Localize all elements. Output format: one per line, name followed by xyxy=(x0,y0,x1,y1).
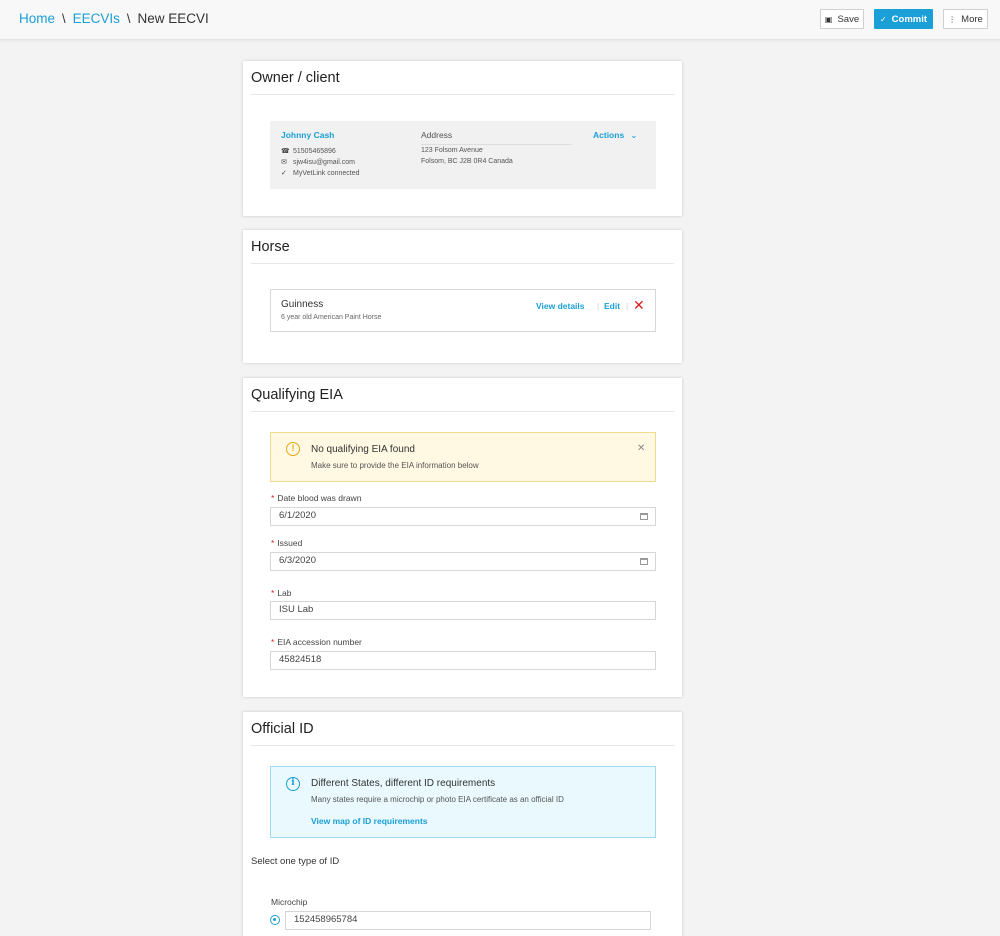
more-label: More xyxy=(961,13,983,25)
owner-card: Owner / client Johnny Cash ☎ 51505465896… xyxy=(243,61,682,216)
horse-summary: Guinness 6 year old American Paint Horse… xyxy=(270,289,656,332)
issued-label-text: Issued xyxy=(277,538,303,548)
no-eia-alert: ! No qualifying EIA found Make sure to p… xyxy=(270,432,656,482)
breadcrumb-separator: \ xyxy=(62,11,66,26)
accession-label: * EIA accession number xyxy=(271,637,362,647)
horse-card-title: Horse xyxy=(251,239,290,255)
id-requirements-info: i Different States, different ID require… xyxy=(270,766,656,838)
commit-button[interactable]: ✓ Commit xyxy=(874,9,933,29)
owner-myvetlink-row: ✓ MyVetLink connected xyxy=(281,169,360,178)
divider xyxy=(251,263,674,264)
commit-label: Commit xyxy=(891,13,928,25)
info-icon: i xyxy=(286,777,300,791)
actions-dropdown[interactable]: Actions ⌄ xyxy=(593,130,637,140)
breadcrumb: Home \ EECVIs \ New EECVI xyxy=(19,11,209,26)
calendar-icon[interactable] xyxy=(640,558,648,565)
select-id-label: Select one type of ID xyxy=(251,856,340,867)
kebab-icon: ⋮ xyxy=(948,14,957,24)
address-label: Address xyxy=(421,130,453,140)
actions-label: Actions xyxy=(593,130,625,140)
microchip-input[interactable]: 152458965784 xyxy=(285,911,651,930)
divider: | xyxy=(626,301,629,311)
owner-name[interactable]: Johnny Cash xyxy=(281,130,334,140)
date-drawn-label-text: Date blood was drawn xyxy=(277,493,362,503)
breadcrumb-separator: \ xyxy=(126,11,131,26)
eia-card: Qualifying EIA ! No qualifying EIA found… xyxy=(243,378,682,697)
horse-description: 6 year old American Paint Horse xyxy=(281,314,382,321)
date-drawn-input[interactable]: 6/1/2020 xyxy=(270,507,656,526)
owner-summary: Johnny Cash ☎ 51505465896 ✉ sjw4isu@gmai… xyxy=(270,121,656,189)
save-icon: ▣ xyxy=(824,14,833,24)
mail-icon: ✉ xyxy=(281,159,287,166)
save-button[interactable]: ▣ Save xyxy=(820,9,864,29)
alert-title: No qualifying EIA found xyxy=(311,444,415,455)
issued-input[interactable]: 6/3/2020 xyxy=(270,552,656,571)
alert-subtitle: Make sure to provide the EIA information… xyxy=(311,461,479,470)
divider xyxy=(421,144,572,145)
address-line-2: Folsom, BC J2B 0R4 Canada xyxy=(421,158,513,165)
official-id-card-title: Official ID xyxy=(251,721,314,737)
required-marker: * xyxy=(271,588,275,598)
lab-value: ISU Lab xyxy=(279,604,314,615)
check-icon: ✓ xyxy=(879,14,887,24)
warning-icon: ! xyxy=(286,442,300,456)
owner-card-title: Owner / client xyxy=(251,70,340,86)
breadcrumb-current: New EECVI xyxy=(137,11,209,26)
owner-phone: 51505465896 xyxy=(293,147,336,155)
lab-label-text: Lab xyxy=(277,588,292,598)
phone-icon: ☎ xyxy=(281,148,290,155)
save-label: Save xyxy=(837,13,860,25)
divider: | xyxy=(597,301,600,311)
accession-label-text: EIA accession number xyxy=(277,637,362,647)
chevron-down-icon: ⌄ xyxy=(630,131,638,140)
lab-label: * Lab xyxy=(271,588,292,598)
horse-name: Guinness xyxy=(281,299,324,310)
issued-value: 6/3/2020 xyxy=(279,555,316,566)
lab-input[interactable]: ISU Lab xyxy=(270,601,656,620)
info-title: Different States, different ID requireme… xyxy=(311,778,496,789)
accession-input[interactable]: 45824518 xyxy=(270,651,656,670)
microchip-label: Microchip xyxy=(271,897,308,907)
owner-email: sjw4isu@gmail.com xyxy=(293,158,355,166)
date-drawn-value: 6/1/2020 xyxy=(279,510,316,521)
owner-myvetlink: MyVetLink connected xyxy=(293,169,360,177)
info-subtitle: Many states require a microchip or photo… xyxy=(311,795,564,804)
view-details-link[interactable]: View details xyxy=(536,301,585,311)
address-line-1: 123 Folsom Avenue xyxy=(421,147,483,154)
check-icon: ✓ xyxy=(281,170,287,177)
microchip-value: 152458965784 xyxy=(294,914,358,925)
issued-label: * Issued xyxy=(271,538,302,548)
divider xyxy=(251,94,674,95)
divider xyxy=(251,411,674,412)
calendar-icon[interactable] xyxy=(640,513,648,520)
edit-link[interactable]: Edit xyxy=(604,301,620,311)
horse-card: Horse Guinness 6 year old American Paint… xyxy=(243,230,682,363)
required-marker: * xyxy=(271,493,275,503)
remove-horse-icon[interactable]: ✕ xyxy=(633,297,645,314)
eia-card-title: Qualifying EIA xyxy=(251,387,343,403)
official-id-card: Official ID i Different States, differen… xyxy=(243,712,682,936)
breadcrumb-eecvis[interactable]: EECVIs xyxy=(73,11,120,26)
owner-email-row: ✉ sjw4isu@gmail.com xyxy=(281,158,355,167)
close-icon[interactable]: ✕ xyxy=(637,443,645,454)
breadcrumb-home[interactable]: Home xyxy=(19,11,55,26)
owner-phone-row: ☎ 51505465896 xyxy=(281,147,336,156)
required-marker: * xyxy=(271,637,275,647)
microchip-radio[interactable] xyxy=(270,915,280,925)
date-drawn-label: * Date blood was drawn xyxy=(271,493,361,503)
accession-value: 45824518 xyxy=(279,654,322,665)
divider xyxy=(251,745,674,746)
view-map-link[interactable]: View map of ID requirements xyxy=(311,816,428,826)
top-bar: Home \ EECVIs \ New EECVI ▣ Save ✓ Commi… xyxy=(0,0,1000,40)
required-marker: * xyxy=(271,538,275,548)
more-button[interactable]: ⋮ More xyxy=(943,9,988,29)
